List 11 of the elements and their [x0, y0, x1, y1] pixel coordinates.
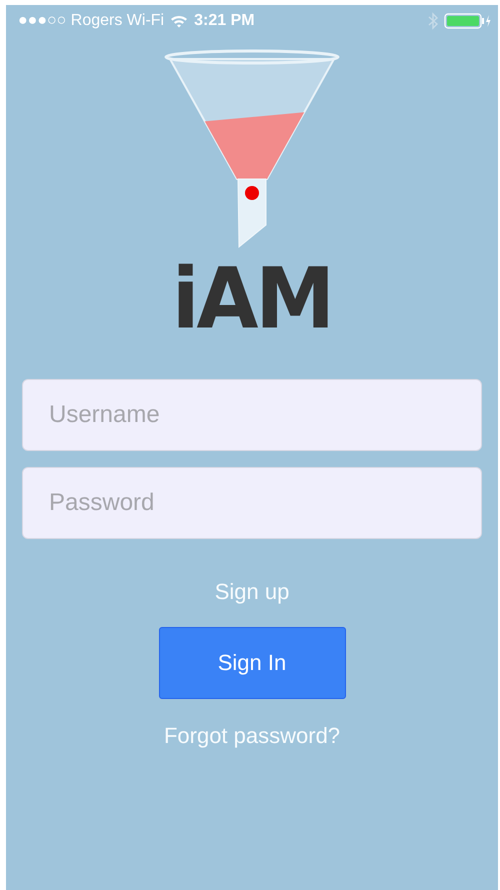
sign-in-button[interactable]: Sign In: [158, 627, 346, 699]
app-logo-text: iAM: [172, 257, 332, 341]
password-field[interactable]: Password: [22, 467, 482, 539]
carrier-signal: ●●●○○ Rogers Wi-Fi: [18, 12, 164, 30]
sign-up-link[interactable]: Sign up: [214, 579, 290, 605]
wifi-icon: [170, 14, 188, 28]
bluetooth-icon: [428, 12, 438, 30]
status-time: 3:21 PM: [194, 12, 255, 30]
username-field[interactable]: Username: [22, 379, 482, 451]
forgot-password-link[interactable]: Forgot password?: [164, 723, 340, 749]
battery-icon: [444, 13, 492, 29]
